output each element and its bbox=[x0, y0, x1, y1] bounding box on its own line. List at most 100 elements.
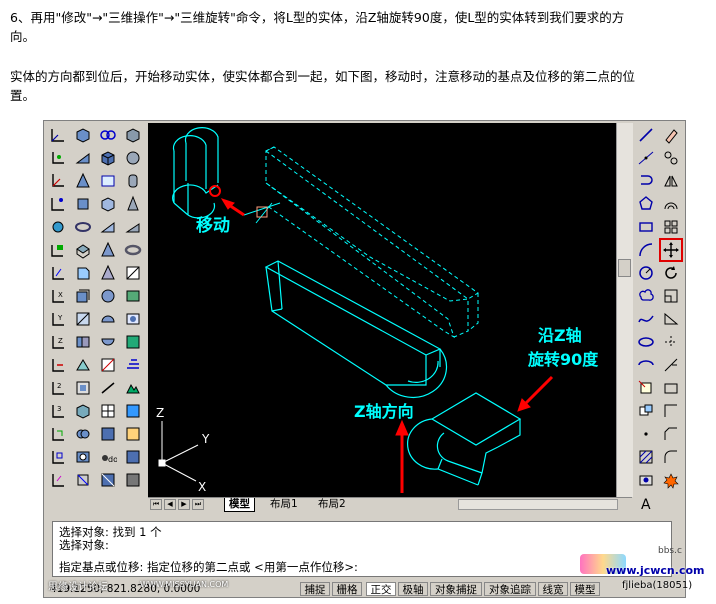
rectangle-icon[interactable] bbox=[635, 216, 657, 238]
section-icon[interactable] bbox=[72, 308, 94, 330]
render-wedge-icon[interactable] bbox=[122, 216, 144, 238]
mesh-torus-icon[interactable] bbox=[97, 354, 119, 376]
circles-icon[interactable] bbox=[97, 124, 119, 146]
mesh-dish-icon[interactable] bbox=[97, 331, 119, 353]
render-light-icon[interactable] bbox=[122, 262, 144, 284]
grid-toggle[interactable]: 栅格 bbox=[332, 582, 362, 596]
revolved-surface-icon[interactable] bbox=[97, 423, 119, 445]
vertical-scroll-thumb[interactable] bbox=[618, 259, 631, 277]
model-viewport[interactable]: Z Y X 移动 沿Z轴 旋转90度 Z轴方向 bbox=[148, 123, 616, 497]
render-scene-icon[interactable] bbox=[122, 285, 144, 307]
render-prefs-icon[interactable] bbox=[122, 469, 144, 491]
mtext-icon[interactable]: A bbox=[635, 492, 657, 514]
point-icon[interactable] bbox=[635, 423, 657, 445]
render-fog-icon[interactable] bbox=[122, 354, 144, 376]
ucs-z-icon[interactable]: Z bbox=[47, 331, 69, 353]
cube-shaded-icon[interactable] bbox=[97, 147, 119, 169]
revolve-icon[interactable] bbox=[72, 262, 94, 284]
render-stats-icon[interactable] bbox=[122, 400, 144, 422]
extend-icon[interactable] bbox=[660, 354, 682, 376]
first-tab-icon[interactable]: ⏮ bbox=[150, 499, 162, 510]
tab-layout2[interactable]: 布局2 bbox=[314, 498, 350, 511]
array-icon[interactable] bbox=[660, 216, 682, 238]
intersect-icon[interactable] bbox=[72, 469, 94, 491]
mesh-dome-icon[interactable] bbox=[97, 308, 119, 330]
tab-model[interactable]: 模型 bbox=[224, 498, 255, 512]
render-landscape-icon[interactable] bbox=[122, 377, 144, 399]
ucs-x-icon[interactable]: X bbox=[47, 285, 69, 307]
ucs-zaxis-icon[interactable] bbox=[47, 170, 69, 192]
render-material-icon[interactable] bbox=[122, 308, 144, 330]
render-torus-icon[interactable] bbox=[122, 239, 144, 261]
slice-icon[interactable] bbox=[72, 285, 94, 307]
line-icon[interactable] bbox=[635, 124, 657, 146]
break-icon[interactable] bbox=[660, 377, 682, 399]
ucs-restore-icon[interactable] bbox=[47, 446, 69, 468]
edge-icon[interactable] bbox=[97, 377, 119, 399]
horizontal-scrollbar[interactable] bbox=[458, 499, 618, 510]
hatch-icon[interactable] bbox=[635, 446, 657, 468]
setup-view-icon[interactable] bbox=[72, 377, 94, 399]
offset-icon[interactable] bbox=[660, 193, 682, 215]
fillet-icon[interactable] bbox=[660, 446, 682, 468]
union-icon[interactable] bbox=[72, 423, 94, 445]
mesh-pyramid-icon[interactable] bbox=[97, 239, 119, 261]
ucs-y-icon[interactable]: Y bbox=[47, 308, 69, 330]
mesh-box-icon[interactable] bbox=[97, 193, 119, 215]
osnap-toggle[interactable]: 对象捕捉 bbox=[430, 582, 482, 596]
join-icon[interactable] bbox=[660, 400, 682, 422]
ellipse-icon[interactable] bbox=[635, 331, 657, 353]
mesh-cone-icon[interactable] bbox=[97, 262, 119, 284]
ucs-save-icon[interactable] bbox=[47, 469, 69, 491]
erase-icon[interactable] bbox=[660, 124, 682, 146]
polyline-icon[interactable] bbox=[635, 170, 657, 192]
wedge-solid-icon[interactable] bbox=[72, 147, 94, 169]
ucs-apply-icon[interactable] bbox=[47, 354, 69, 376]
3dmesh-icon[interactable] bbox=[97, 400, 119, 422]
render-mapping-icon[interactable] bbox=[122, 423, 144, 445]
ellipse-arc-icon[interactable] bbox=[635, 354, 657, 376]
mirror-icon[interactable] bbox=[660, 170, 682, 192]
subtract-icon[interactable] bbox=[72, 446, 94, 468]
extrude-icon[interactable] bbox=[72, 239, 94, 261]
ucs-object-icon[interactable] bbox=[47, 216, 69, 238]
explode-icon[interactable] bbox=[660, 469, 682, 491]
ruled-surface-icon[interactable] bbox=[97, 469, 119, 491]
mesh-wedge-icon[interactable] bbox=[97, 216, 119, 238]
polygon-icon[interactable] bbox=[635, 193, 657, 215]
setup-drawing-icon[interactable] bbox=[72, 354, 94, 376]
render-background-icon[interactable] bbox=[122, 331, 144, 353]
setup-profile-icon[interactable] bbox=[72, 400, 94, 422]
circle-icon[interactable] bbox=[635, 262, 657, 284]
tab-layout1[interactable]: 布局1 bbox=[266, 498, 302, 511]
chamfer-icon[interactable] bbox=[660, 423, 682, 445]
copy-icon[interactable] bbox=[660, 147, 682, 169]
polar-toggle[interactable]: 极轴 bbox=[398, 582, 428, 596]
ortho-toggle[interactable]: 正交 bbox=[366, 582, 396, 596]
make-block-icon[interactable] bbox=[635, 400, 657, 422]
interfere-icon[interactable] bbox=[72, 331, 94, 353]
stretch-icon[interactable] bbox=[660, 308, 682, 330]
trim-icon[interactable] bbox=[660, 331, 682, 353]
ucs-previous-icon[interactable] bbox=[47, 423, 69, 445]
next-tab-icon[interactable]: ▶ bbox=[178, 499, 190, 510]
snap-toggle[interactable]: 捕捉 bbox=[300, 582, 330, 596]
render-cone-icon[interactable] bbox=[122, 193, 144, 215]
arc-icon[interactable] bbox=[635, 239, 657, 261]
render-cube-icon[interactable] bbox=[122, 124, 144, 146]
prev-tab-icon[interactable]: ◀ bbox=[164, 499, 176, 510]
ucs-origin-icon[interactable] bbox=[47, 147, 69, 169]
box-solid-icon[interactable] bbox=[72, 124, 94, 146]
tabulated-surface-icon[interactable]: do bbox=[97, 446, 119, 468]
region-icon[interactable] bbox=[635, 469, 657, 491]
vertical-scrollbar[interactable] bbox=[616, 123, 633, 497]
rect-frame-icon[interactable] bbox=[97, 170, 119, 192]
scale-icon[interactable] bbox=[660, 285, 682, 307]
move-icon[interactable] bbox=[659, 238, 683, 262]
cone-solid-icon[interactable] bbox=[72, 170, 94, 192]
ucs-view-icon[interactable] bbox=[47, 262, 69, 284]
insert-block-icon[interactable] bbox=[635, 377, 657, 399]
spline-icon[interactable] bbox=[635, 308, 657, 330]
render-cylinder-icon[interactable] bbox=[122, 170, 144, 192]
ucs-3point-icon[interactable] bbox=[47, 193, 69, 215]
